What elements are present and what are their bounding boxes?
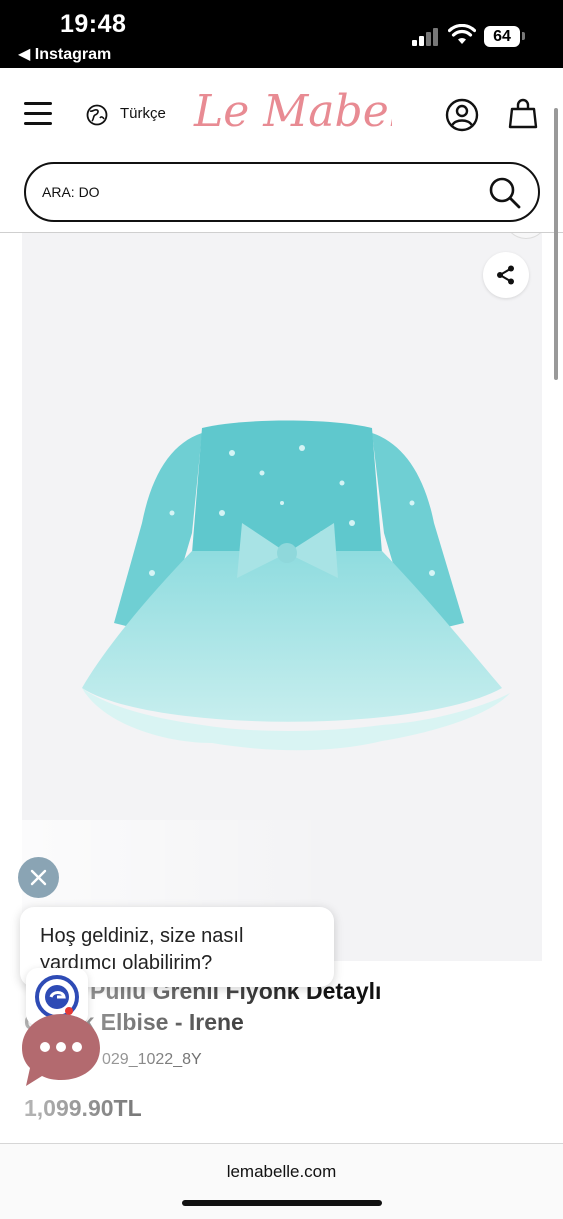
page-scrollbar[interactable] <box>554 108 558 380</box>
search-input[interactable] <box>42 176 462 208</box>
search-icon[interactable] <box>488 176 522 210</box>
account-icon[interactable] <box>445 98 479 132</box>
hamburger-menu-icon[interactable] <box>24 102 52 126</box>
battery-level: 64 <box>484 26 520 47</box>
status-time: 19:48 <box>60 10 127 38</box>
home-indicator[interactable] <box>182 1200 382 1206</box>
back-to-instagram-link[interactable]: ◀ Instagram <box>18 44 111 64</box>
site-header: Türkçe Le Mabelle <box>0 68 563 164</box>
chat-close-button[interactable] <box>18 857 59 898</box>
battery-tip <box>522 32 525 40</box>
search-bar <box>24 162 540 222</box>
browser-url[interactable]: lemabelle.com <box>0 1162 563 1182</box>
language-selector[interactable]: Türkçe <box>120 105 166 122</box>
le-mabelle-logo[interactable]: Le Mabelle <box>192 82 392 146</box>
share-icon <box>497 265 514 285</box>
browser-address-bar: lemabelle.com <box>0 1144 563 1219</box>
close-icon <box>30 869 47 886</box>
product-price: 1,099.90TL <box>24 1095 142 1121</box>
logo-text: Le Mabelle <box>193 86 392 137</box>
dress-illustration <box>82 420 510 751</box>
chat-greeting-line1: Hoş geldiniz, size nasıl <box>40 925 244 947</box>
shopping-bag-icon[interactable] <box>508 98 538 130</box>
globe-icon[interactable] <box>86 104 108 126</box>
wifi-icon <box>448 24 476 44</box>
product-image[interactable] <box>22 233 542 961</box>
status-bar: 19:48 ◀ Instagram 64 <box>0 0 563 68</box>
chat-launcher-icon[interactable] <box>20 1010 102 1088</box>
share-button[interactable] <box>483 252 529 298</box>
favorite-button-partial[interactable] <box>504 233 542 239</box>
cellular-signal-icon <box>412 28 440 46</box>
